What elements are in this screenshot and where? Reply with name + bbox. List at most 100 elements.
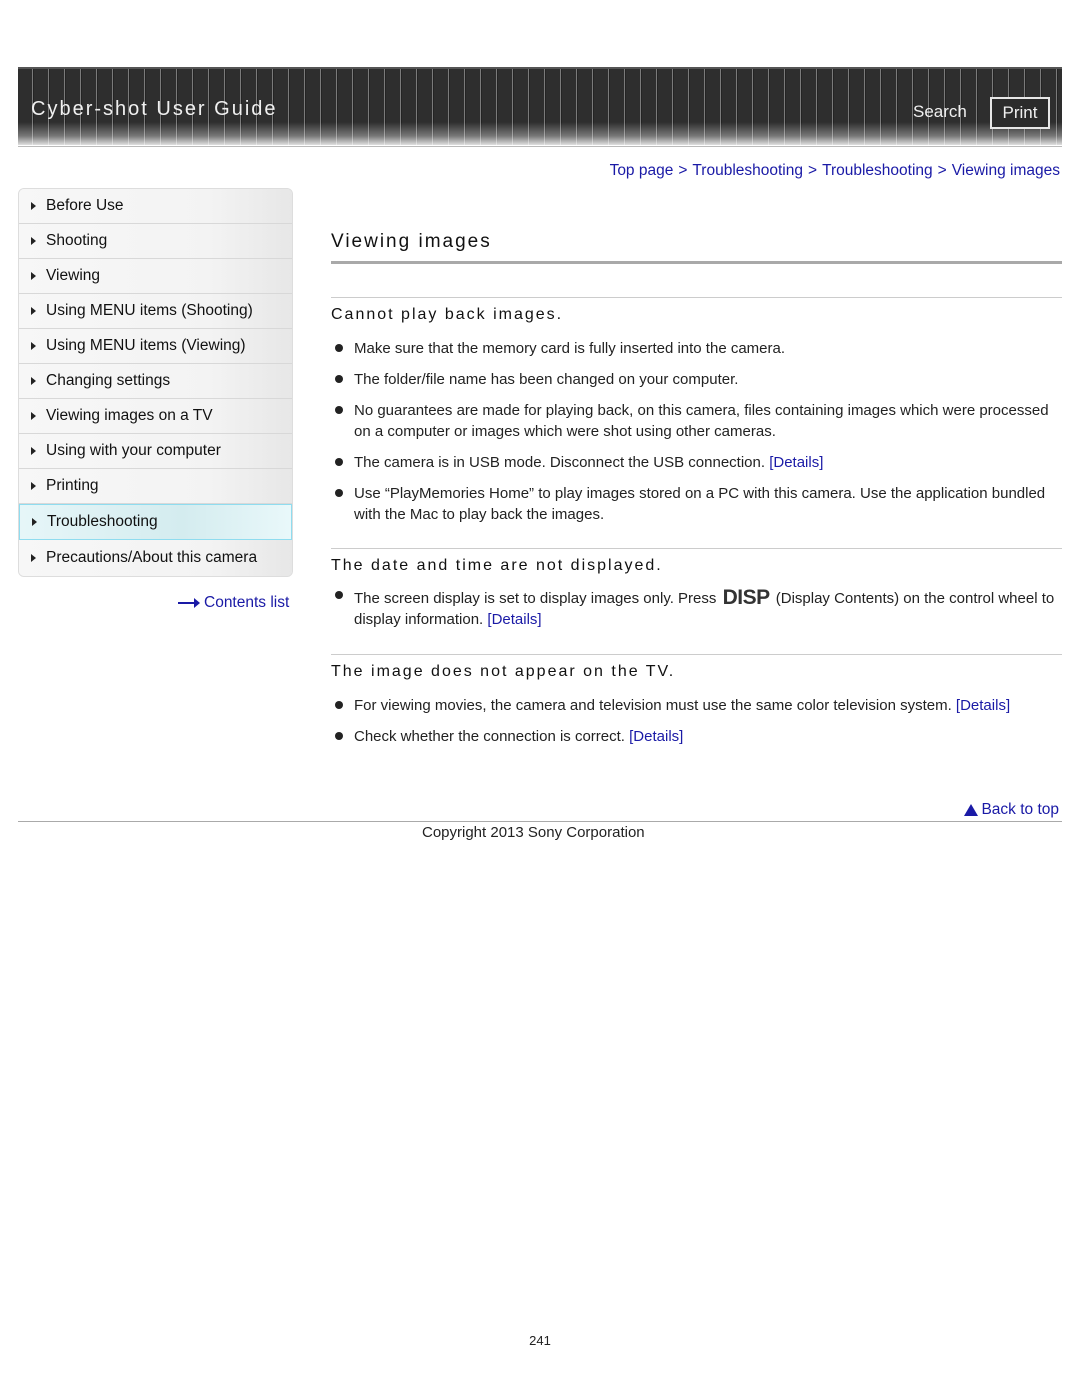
sidebar-item-viewing-on-tv[interactable]: Viewing images on a TV [19,399,292,434]
list-item: The screen display is set to display ima… [331,587,1062,630]
details-link[interactable]: [Details] [487,611,541,628]
list-item: The folder/file name has been changed on… [331,369,1062,390]
sidebar-item-using-with-computer[interactable]: Using with your computer [19,434,292,469]
triangle-right-icon [31,342,36,350]
sidebar-item-viewing[interactable]: Viewing [19,259,292,294]
list-item: Make sure that the memory card is fully … [331,338,1062,359]
bullet-icon [335,406,343,414]
details-link[interactable]: [Details] [769,454,823,471]
sidebar-item-label: Viewing images on a TV [46,407,213,424]
bullet-icon [335,732,343,740]
breadcrumb-troubleshooting-sub[interactable]: Troubleshooting [822,162,933,179]
arrow-right-icon [178,598,200,608]
sidebar-item-menu-viewing[interactable]: Using MENU items (Viewing) [19,329,292,364]
breadcrumb-troubleshooting[interactable]: Troubleshooting [692,162,803,179]
sidebar-item-precautions[interactable]: Precautions/About this camera [19,540,292,576]
section-divider [331,548,1062,549]
sidebar-item-label: Viewing [46,267,101,284]
bullet-text: Use “PlayMemories Home” to play images s… [354,485,1046,523]
triangle-right-icon [31,482,36,490]
section-title: The image does not appear on the TV. [331,663,676,680]
sidebar-item-label: Changing settings [46,372,171,389]
bullet-icon [335,375,343,383]
bullet-text: The camera is in USB mode. Disconnect th… [354,454,770,471]
sidebar-item-menu-shooting[interactable]: Using MENU items (Shooting) [19,294,292,329]
triangle-right-icon [31,412,36,420]
list-item: For viewing movies, the camera and telev… [331,695,1062,716]
sidebar-item-printing[interactable]: Printing [19,469,292,504]
header-banner: Cyber-shot User Guide Search Print [18,67,1062,145]
site-title: Cyber-shot User Guide [31,98,278,120]
page-title: Viewing images [331,231,492,252]
contents-list-link[interactable]: Contents list [178,594,289,612]
triangle-right-icon [31,272,36,280]
contents-list-label: Contents list [204,594,290,611]
section-date-time: The date and time are not displayed. The… [331,548,1062,630]
search-link[interactable]: Search [913,102,967,122]
bullet-icon [335,701,343,709]
triangle-right-icon [31,554,36,562]
back-to-top-label: Back to top [981,801,1059,818]
list-item: Use “PlayMemories Home” to play images s… [331,483,1062,525]
sidebar-item-label: Using with your computer [46,442,221,459]
sidebar-item-label: Before Use [46,197,124,214]
bullet-icon [335,489,343,497]
print-button[interactable]: Print [990,97,1050,129]
footer-divider [18,821,1062,822]
triangle-right-icon [31,307,36,315]
bullet-text: The screen display is set to display ima… [354,590,721,607]
breadcrumb-separator: > [808,162,818,179]
sidebar-item-label: Using MENU items (Shooting) [46,302,253,319]
sidebar-item-label: Troubleshooting [47,513,158,530]
section-title: Cannot play back images. [331,306,564,323]
header-divider [18,146,1062,147]
breadcrumb-top-page[interactable]: Top page [610,162,674,179]
breadcrumb: Top page > Troubleshooting > Troubleshooting… [610,162,1060,180]
list-item: No guarantees are made for playing back,… [331,400,1062,442]
bullet-list: For viewing movies, the camera and telev… [331,695,1062,747]
bullet-text: No guarantees are made for playing back,… [354,402,1049,440]
section-cannot-play-back: Cannot play back images. Make sure that … [331,297,1062,525]
sidebar-item-before-use[interactable]: Before Use [19,189,292,224]
sidebar-item-label: Using MENU items (Viewing) [46,337,246,354]
page-number: 241 [529,1333,551,1348]
details-link[interactable]: [Details] [956,697,1010,714]
triangle-right-icon [31,237,36,245]
sidebar-item-label: Precautions/About this camera [46,549,258,566]
section-title: The date and time are not displayed. [331,557,663,574]
disp-button-icon: DISP [722,586,771,609]
triangle-right-icon [31,377,36,385]
breadcrumb-separator: > [937,162,947,179]
bullet-text: For viewing movies, the camera and telev… [354,697,956,714]
breadcrumb-viewing-images[interactable]: Viewing images [952,162,1060,179]
triangle-up-icon [964,804,979,816]
triangle-right-icon [31,447,36,455]
bullet-text: Check whether the connection is correct. [354,728,630,745]
bullet-list: The screen display is set to display ima… [331,587,1062,630]
bullet-icon [335,591,343,599]
title-divider [331,261,1062,264]
sidebar-nav: Before Use Shooting Viewing Using MENU i… [18,188,293,577]
triangle-right-icon [31,202,36,210]
sidebar-item-label: Shooting [46,232,108,249]
copyright-text: Copyright 2013 Sony Corporation [422,824,645,841]
sidebar-item-troubleshooting[interactable]: Troubleshooting [19,504,292,540]
sidebar-item-changing-settings[interactable]: Changing settings [19,364,292,399]
list-item: Check whether the connection is correct.… [331,726,1062,747]
bullet-icon [335,458,343,466]
section-divider [331,654,1062,655]
main-content: Viewing images Cannot play back images. … [331,228,1062,757]
section-divider [331,297,1062,298]
bullet-text: Make sure that the memory card is fully … [354,340,786,357]
details-link[interactable]: [Details] [629,728,683,745]
bullet-text: The folder/file name has been changed on… [354,371,739,388]
sidebar-item-label: Printing [46,477,99,494]
sidebar-item-shooting[interactable]: Shooting [19,224,292,259]
list-item: The camera is in USB mode. Disconnect th… [331,452,1062,473]
back-to-top-link[interactable]: Back to top [964,801,1059,819]
triangle-right-icon [32,518,37,526]
breadcrumb-separator: > [678,162,688,179]
bullet-icon [335,344,343,352]
bullet-list: Make sure that the memory card is fully … [331,338,1062,525]
section-not-on-tv: The image does not appear on the TV. For… [331,654,1062,747]
